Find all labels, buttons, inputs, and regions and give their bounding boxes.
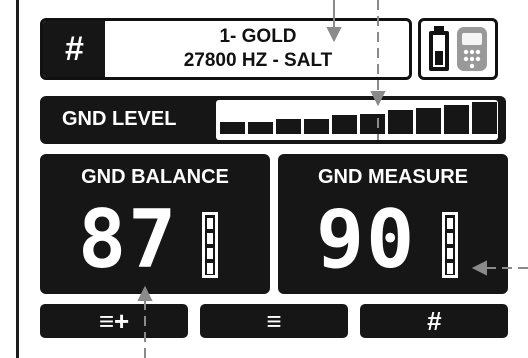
gnd-level-segment [220, 122, 245, 134]
program-header: # 1- GOLD 27800 HZ - SALT [40, 18, 412, 80]
gnd-measure-value: 90 [316, 193, 417, 286]
gnd-measure-panel: GND MEASURE 90 [278, 154, 508, 294]
menu-plus-button[interactable]: ≡+ [40, 304, 188, 338]
gnd-level-meter [216, 100, 498, 140]
gnd-level-segment [444, 105, 469, 134]
program-frequency: 27800 HZ - SALT [183, 50, 333, 71]
gnd-balance-title: GND BALANCE [81, 166, 229, 188]
gnd-level-segment [276, 119, 301, 134]
program-hash-icon[interactable]: # [43, 21, 105, 77]
detector-remote-icon [457, 27, 487, 71]
meter-segment [207, 248, 213, 259]
status-icons [429, 26, 487, 71]
gnd-level-segment [360, 114, 385, 134]
menu-button[interactable]: ≡ [200, 304, 348, 338]
left-border-line [16, 0, 19, 358]
gnd-level-segment [304, 119, 329, 134]
gnd-level-segment [472, 102, 497, 134]
gnd-level-bar: GND LEVEL [40, 96, 506, 144]
meter-segment [447, 218, 453, 229]
device-status-box [418, 18, 498, 80]
meter-segment [207, 218, 213, 229]
gnd-measure-meter [442, 212, 458, 278]
meter-segment [447, 233, 453, 244]
meter-segment [207, 263, 213, 274]
battery-icon [429, 26, 449, 71]
gnd-level-label: GND LEVEL [62, 108, 177, 130]
gnd-level-segment [416, 108, 441, 134]
gnd-balance-panel: GND BALANCE 87 [40, 154, 270, 294]
program-name: 1- GOLD [219, 26, 297, 47]
gnd-level-segment [248, 122, 273, 134]
gnd-level-segment [332, 115, 357, 134]
gnd-balance-meter [202, 212, 218, 278]
gnd-level-segment [388, 110, 413, 134]
meter-segment [447, 248, 453, 259]
hash-button[interactable]: # [360, 304, 508, 338]
gnd-measure-title: GND MEASURE [317, 166, 468, 188]
meter-segment [447, 263, 453, 274]
meter-segment [207, 233, 213, 244]
program-info: 1- GOLD 27800 HZ - SALT [113, 25, 403, 73]
gnd-balance-value: 87 [78, 193, 179, 286]
